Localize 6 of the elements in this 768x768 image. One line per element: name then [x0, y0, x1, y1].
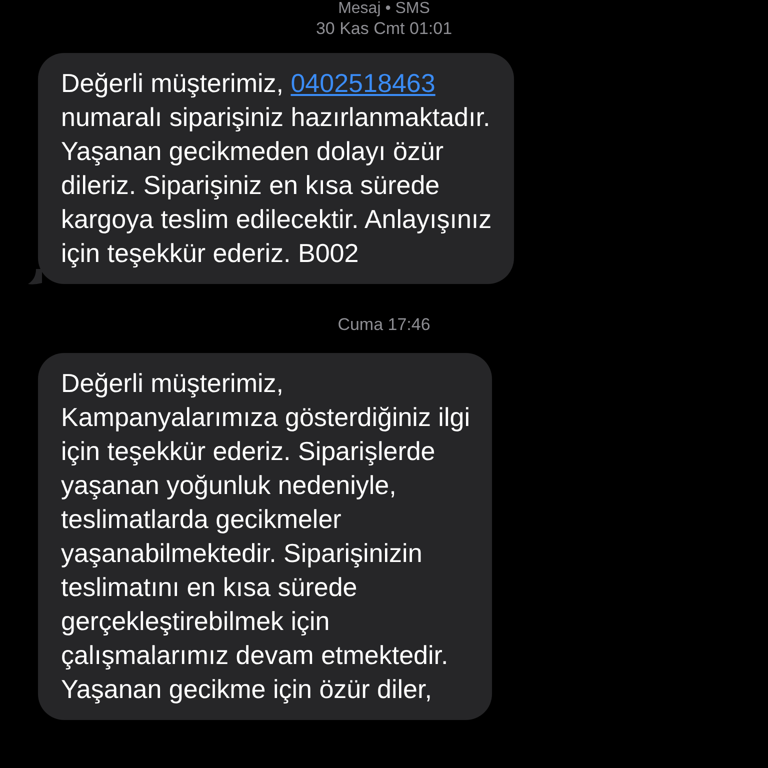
- message-text: Değerli müşterimiz, 0402518463 numaralı siparişiniz hazırlanmaktadır. Yaşanan gecikmeden dolayı özür dileriz. Siparişiniz en kısa sürede kargoya teslim edilecektir. Anlayışınız için teşekkür ederiz. B002: [61, 67, 492, 270]
- message-text: Değerli müşterimiz, Kampanyalarımıza gösterdiğiniz ilgi için teşekkür ederiz. Siparişlerde yaşanan yoğunluk nedeniyle, teslimatlarda gecikmeler yaşanabilmektedir. Siparişinizin teslimatını en kısa sürede gerçekleştirebilmek için çalışmalarımız devam etmektedir. Yaşanan gecikme için özür diler,: [61, 367, 470, 706]
- phone-link[interactable]: 0402518463: [290, 68, 436, 98]
- timestamp: 30 Kas Cmt 01:01: [316, 18, 452, 40]
- conversation-title: Mesaj • SMS: [338, 0, 430, 18]
- timestamp: Cuma 17:46: [336, 314, 432, 336]
